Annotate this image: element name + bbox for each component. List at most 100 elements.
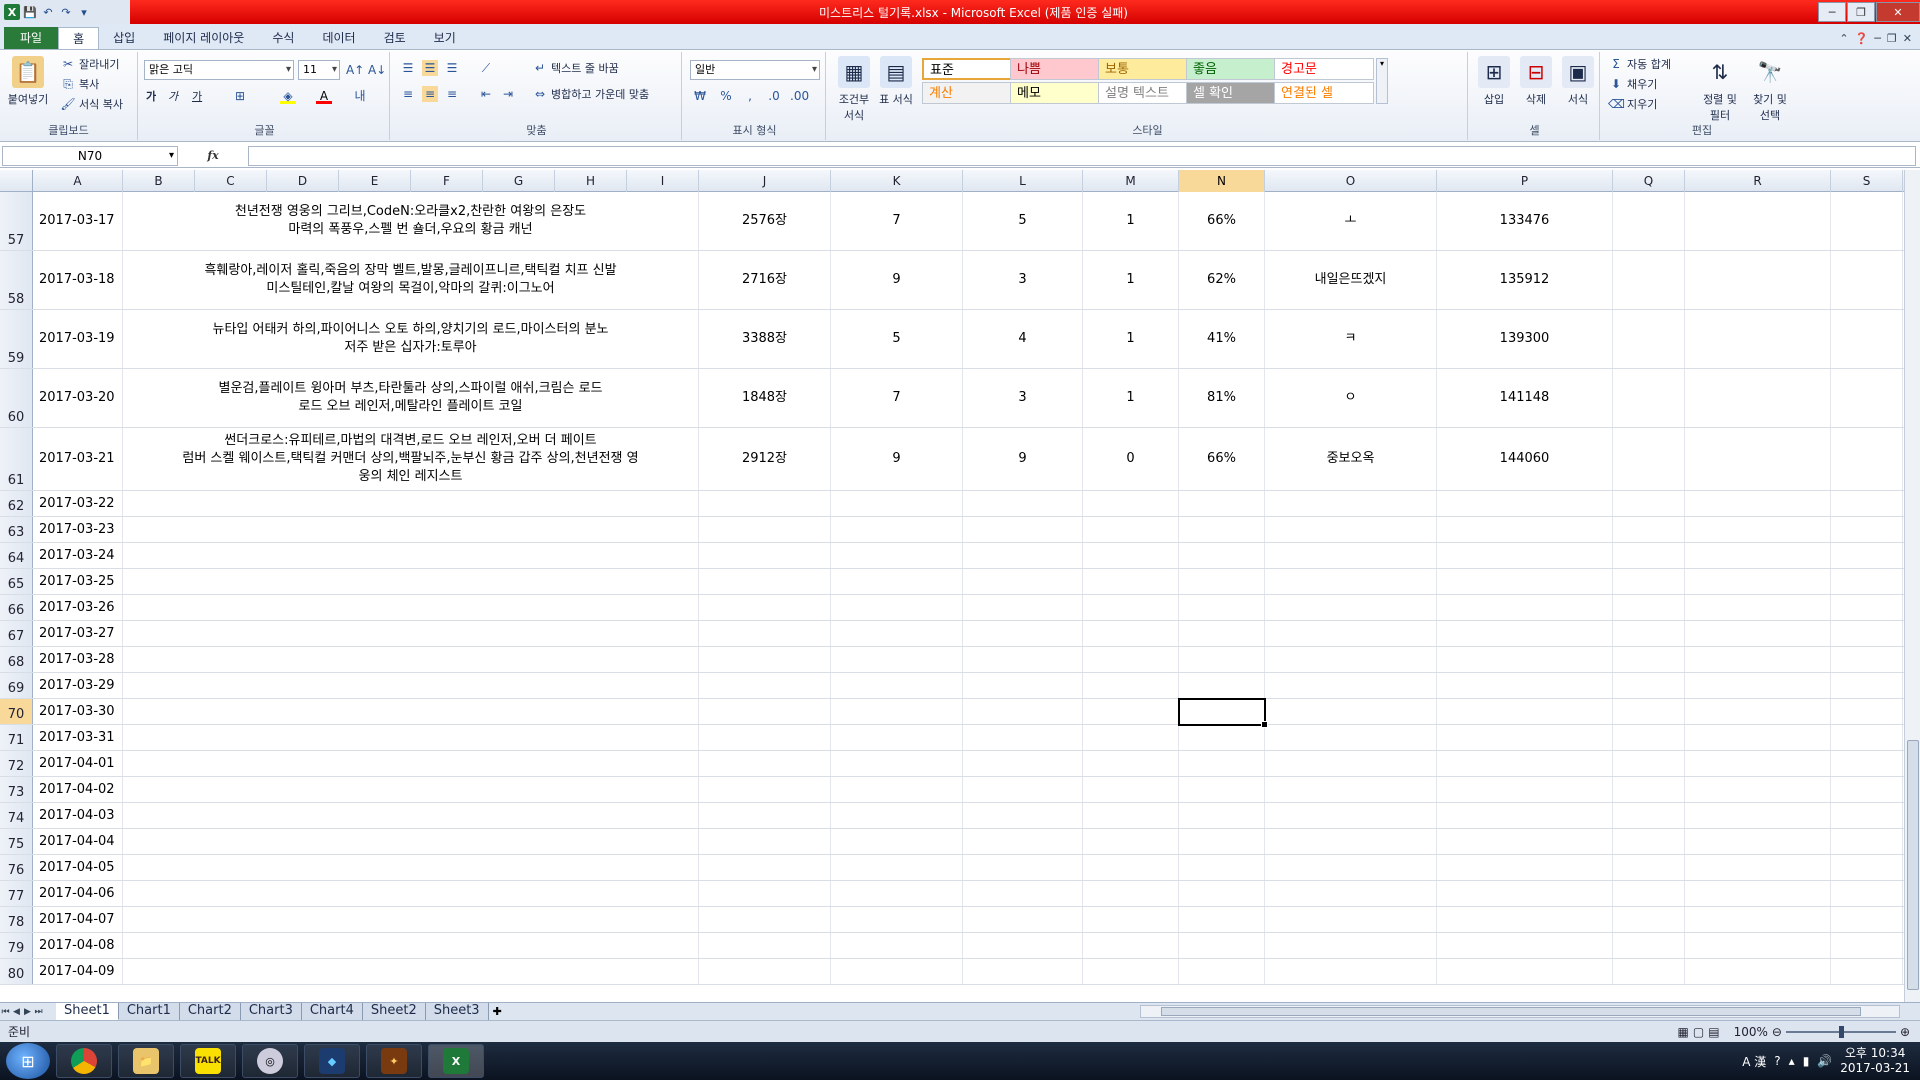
merge-center-button[interactable]: ⇔ 병합하고 가운데 맞춤 (532, 86, 649, 102)
column-header-j[interactable]: J (699, 170, 831, 192)
cell-l[interactable] (963, 491, 1083, 516)
cell-k[interactable] (831, 933, 963, 958)
cell-r[interactable] (1685, 251, 1831, 309)
row-header[interactable]: 66 (0, 595, 33, 620)
help-icon[interactable]: ❓ (1855, 32, 1869, 45)
cell-r[interactable] (1685, 192, 1831, 250)
column-header-d[interactable]: D (267, 170, 339, 192)
new-sheet-icon[interactable]: ✚ (493, 1005, 502, 1018)
row-header[interactable]: 61 (0, 428, 33, 490)
cell-l[interactable] (963, 751, 1083, 776)
row-header[interactable]: 64 (0, 543, 33, 568)
row-header[interactable]: 80 (0, 959, 33, 984)
zoom-level[interactable]: 100% (1734, 1025, 1768, 1039)
cell-j[interactable]: 3388장 (699, 310, 831, 368)
cell-o[interactable] (1265, 855, 1437, 880)
normal-view-icon[interactable]: ▦ (1678, 1025, 1689, 1039)
cell-k[interactable] (831, 829, 963, 854)
cell-p[interactable] (1437, 751, 1613, 776)
cell-date[interactable]: 2017-03-25 (33, 569, 123, 594)
cell-m[interactable] (1083, 491, 1179, 516)
cell-q[interactable] (1613, 777, 1685, 802)
cell-l[interactable]: 3 (963, 251, 1083, 309)
cell-n[interactable] (1179, 569, 1265, 594)
cell-k[interactable]: 7 (831, 369, 963, 427)
first-sheet-icon[interactable]: ⏮ (0, 1007, 11, 1017)
cell-l[interactable]: 5 (963, 192, 1083, 250)
cell-q[interactable] (1613, 428, 1685, 490)
cell-r[interactable] (1685, 959, 1831, 984)
cell-j[interactable] (699, 829, 831, 854)
cell-n[interactable] (1179, 491, 1265, 516)
zoom-slider-thumb[interactable] (1838, 1025, 1844, 1038)
zoom-slider[interactable] (1785, 1025, 1896, 1038)
cell-items[interactable] (123, 543, 699, 568)
font-size-dropdown[interactable]: 11 (298, 60, 340, 80)
cell-o[interactable] (1265, 543, 1437, 568)
cell-s[interactable] (1831, 907, 1903, 932)
maximize-button[interactable]: ❐ (1847, 2, 1875, 22)
column-header-g[interactable]: G (483, 170, 555, 192)
sheet-tab-sheet3[interactable]: Sheet3 (425, 1002, 489, 1020)
taskbar-game[interactable]: ✦ (366, 1044, 422, 1078)
cell-l[interactable] (963, 777, 1083, 802)
comma-button[interactable]: , (742, 88, 758, 104)
cell-o[interactable] (1265, 803, 1437, 828)
cell-l[interactable]: 3 (963, 369, 1083, 427)
cell-m[interactable] (1083, 543, 1179, 568)
cell-s[interactable] (1831, 569, 1903, 594)
cell-r[interactable] (1685, 569, 1831, 594)
cell-items[interactable]: 썬더크로스:유피테르,마법의 대격변,로드 오브 레인저,오버 더 페이트 럼버… (123, 428, 699, 490)
cell-o[interactable] (1265, 491, 1437, 516)
cell-o[interactable]: 내일은뜨겠지 (1265, 251, 1437, 309)
row-header[interactable]: 60 (0, 369, 33, 427)
cell-j[interactable] (699, 699, 831, 724)
cell-q[interactable] (1613, 959, 1685, 984)
cell-style-8[interactable]: 셀 확인 (1186, 82, 1286, 104)
doc-restore-icon[interactable]: ❐ (1887, 32, 1897, 45)
column-header-b[interactable]: B (123, 170, 195, 192)
shrink-font-button[interactable]: A↓ (368, 62, 386, 78)
cell-r[interactable] (1685, 725, 1831, 750)
cell-items[interactable] (123, 725, 699, 750)
cell-p[interactable] (1437, 777, 1613, 802)
format-painter-button[interactable]: 🖌 서식 복사 (60, 96, 123, 112)
cell-n[interactable]: 66% (1179, 192, 1265, 250)
cell-q[interactable] (1613, 803, 1685, 828)
cell-k[interactable] (831, 855, 963, 880)
cell-date[interactable]: 2017-03-29 (33, 673, 123, 698)
cell-m[interactable]: 1 (1083, 192, 1179, 250)
paste-button[interactable]: 📋 붙여넣기 (6, 56, 50, 107)
decrease-decimal-button[interactable]: .00 (790, 88, 809, 104)
phonetic-button[interactable]: 내 (352, 88, 368, 104)
cell-items[interactable] (123, 517, 699, 542)
cell-style-9[interactable]: 연결된 셀 (1274, 82, 1374, 104)
cell-p[interactable] (1437, 829, 1613, 854)
cell-style-6[interactable]: 메모 (1010, 82, 1110, 104)
cell-r[interactable] (1685, 829, 1831, 854)
accounting-button[interactable]: ₩ (692, 88, 708, 104)
copy-button[interactable]: ⎘ 복사 (60, 76, 99, 92)
cell-r[interactable] (1685, 907, 1831, 932)
cell-n[interactable]: 66% (1179, 428, 1265, 490)
cell-l[interactable] (963, 647, 1083, 672)
cell-l[interactable] (963, 543, 1083, 568)
cell-l[interactable] (963, 907, 1083, 932)
vertical-scroll-thumb[interactable] (1907, 740, 1919, 990)
tab-view[interactable]: 보기 (420, 27, 470, 49)
cell-n[interactable] (1179, 517, 1265, 542)
align-bottom-button[interactable]: ☰ (444, 60, 460, 76)
ime-indicator[interactable]: A 漢 (1742, 1053, 1766, 1070)
row-header[interactable]: 73 (0, 777, 33, 802)
cell-m[interactable] (1083, 907, 1179, 932)
cell-p[interactable]: 139300 (1437, 310, 1613, 368)
cell-m[interactable]: 1 (1083, 369, 1179, 427)
cell-s[interactable] (1831, 595, 1903, 620)
doc-minimize-icon[interactable]: ─ (1874, 32, 1881, 45)
cell-l[interactable] (963, 725, 1083, 750)
cell-l[interactable] (963, 829, 1083, 854)
cell-items[interactable] (123, 855, 699, 880)
cell-p[interactable] (1437, 673, 1613, 698)
align-left-button[interactable]: ≡ (400, 86, 416, 102)
cell-r[interactable] (1685, 777, 1831, 802)
